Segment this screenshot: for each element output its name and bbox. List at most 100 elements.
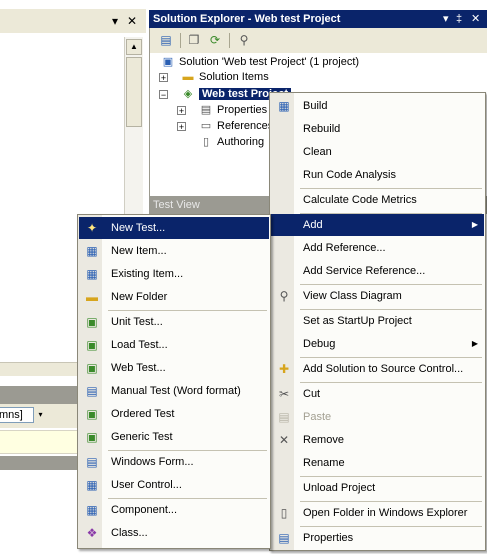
menu-item-add-reference[interactable]: Add Reference... — [271, 237, 484, 259]
collapse-icon[interactable]: − — [159, 90, 168, 100]
tree-node-label: Properties — [217, 104, 268, 116]
tree-node-label: Solution Items — [199, 71, 269, 83]
menu-item-unload-project[interactable]: Unload Project — [271, 477, 484, 499]
user-control-icon: ▦ — [86, 478, 98, 492]
menu-item-open-folder[interactable]: ▯ Open Folder in Windows Explorer — [271, 502, 484, 524]
web-test-icon: ▣ — [86, 361, 98, 375]
ordered-test-icon: ▣ — [86, 407, 98, 421]
menu-item-calculate-code-metrics[interactable]: Calculate Code Metrics — [271, 189, 484, 211]
refresh-icon[interactable]: ⟳ — [207, 32, 223, 48]
tree-node-label: Authoring — [217, 136, 265, 148]
menu-item-run-code-analysis[interactable]: Run Code Analysis — [271, 164, 484, 186]
tree-node-label: References — [217, 120, 274, 132]
menu-item-remove[interactable]: ✕ Remove — [271, 429, 484, 451]
show-all-files-icon[interactable]: ❐ — [186, 32, 202, 48]
submenu-item-windows-form[interactable]: ▤ Windows Form... — [79, 451, 269, 473]
load-test-icon: ▣ — [86, 338, 98, 352]
tree-node-label: Solution 'Web test Project' (1 project) — [179, 56, 360, 68]
menu-item-build[interactable]: ▦ Build — [271, 95, 484, 117]
expand-icon[interactable]: + — [177, 122, 186, 132]
scrollbar-thumb[interactable] — [126, 57, 142, 127]
solution-icon: ▣ — [162, 56, 174, 69]
tree-node-references[interactable]: ▭ References — [198, 118, 273, 134]
submenu-item-manual-test[interactable]: ▤ Manual Test (Word format) — [79, 380, 269, 402]
new-item-icon: ▦ — [86, 244, 98, 258]
test-project-icon: ◈ — [183, 88, 193, 101]
submenu-item-class[interactable]: ❖ Class... — [79, 522, 269, 544]
menu-item-view-class-diagram[interactable]: ⚲ View Class Diagram — [271, 285, 484, 307]
menu-item-set-startup-project[interactable]: Set as StartUp Project — [271, 310, 484, 332]
build-icon: ▦ — [278, 99, 290, 113]
remove-x-icon: ✕ — [278, 433, 290, 447]
menu-item-rename[interactable]: Rename — [271, 452, 484, 474]
folder-icon: ▬ — [86, 290, 98, 304]
new-test-icon: ✦ — [86, 221, 98, 235]
solution-explorer-title-bar: Solution Explorer - Web test Project ▾ ‡… — [149, 10, 487, 28]
menu-item-paste[interactable]: ▤ Paste — [271, 406, 484, 428]
windows-form-icon: ▤ — [86, 455, 98, 469]
submenu-item-new-test[interactable]: ✦ New Test... — [79, 217, 269, 239]
submenu-item-unit-test[interactable]: ▣ Unit Test... — [79, 311, 269, 333]
properties-icon[interactable]: ▤ — [158, 32, 174, 48]
submenu-item-load-test[interactable]: ▣ Load Test... — [79, 334, 269, 356]
manual-test-icon: ▤ — [86, 384, 98, 398]
chevron-down-icon[interactable]: ▾ — [35, 408, 46, 422]
menu-item-debug[interactable]: Debug ▶ — [271, 333, 484, 355]
paste-icon: ▤ — [278, 410, 290, 424]
class-icon: ❖ — [86, 526, 98, 540]
component-icon: ▦ — [86, 503, 98, 517]
properties-icon: ▤ — [200, 104, 212, 117]
menu-item-add[interactable]: Add ▶ — [271, 214, 484, 236]
add-submenu: ✦ New Test... ▦ New Item... ▦ Existing I… — [77, 214, 271, 549]
auto-hide-pin-icon[interactable]: ‡ — [456, 10, 462, 28]
columns-combo[interactable]: mns] ▾ — [0, 407, 43, 423]
dropdown-arrow-icon[interactable]: ▾ — [112, 14, 118, 28]
menu-item-properties[interactable]: ▤ Properties — [271, 527, 484, 549]
close-icon[interactable]: ✕ — [127, 14, 137, 28]
window-position-icon[interactable]: ▾ — [443, 10, 449, 28]
menu-item-cut[interactable]: ✂ Cut — [271, 383, 484, 405]
document-icon: ▯ — [202, 136, 210, 149]
menu-item-add-service-reference[interactable]: Add Service Reference... — [271, 260, 484, 282]
scissors-icon: ✂ — [278, 387, 290, 401]
toolbar-separator — [180, 33, 181, 48]
submenu-item-ordered-test[interactable]: ▣ Ordered Test — [79, 403, 269, 425]
class-diagram-icon: ⚲ — [279, 289, 289, 303]
unit-test-icon: ▣ — [86, 315, 98, 329]
project-context-menu: ▦ Build Rebuild Clean Run Code Analysis … — [269, 92, 486, 551]
tree-node-solution[interactable]: ▣ Solution 'Web test Project' (1 project) — [160, 54, 359, 70]
menu-item-rebuild[interactable]: Rebuild — [271, 118, 484, 140]
submenu-item-web-test[interactable]: ▣ Web Test... — [79, 357, 269, 379]
properties-icon: ▤ — [278, 531, 290, 545]
submenu-item-existing-item[interactable]: ▦ Existing Item... — [79, 263, 269, 285]
tree-node-authoring[interactable]: ▯ Authoring — [198, 134, 264, 150]
generic-test-icon: ▣ — [86, 430, 98, 444]
columns-combo-text: mns] — [0, 409, 23, 421]
existing-item-icon: ▦ — [86, 267, 98, 281]
open-folder-icon: ▯ — [280, 506, 288, 520]
submenu-item-new-folder[interactable]: ▬ New Folder — [79, 286, 269, 308]
submenu-item-user-control[interactable]: ▦ User Control... — [79, 474, 269, 496]
submenu-item-generic-test[interactable]: ▣ Generic Test — [79, 426, 269, 448]
test-view-label: Test View — [153, 199, 200, 211]
solution-explorer-title: Solution Explorer - Web test Project — [153, 13, 341, 25]
expand-icon[interactable]: + — [159, 73, 168, 83]
scroll-up-icon[interactable]: ▲ — [126, 39, 142, 55]
submenu-item-new-item[interactable]: ▦ New Item... — [79, 240, 269, 262]
left-pane-header: ▾ ✕ — [0, 9, 146, 33]
solution-explorer-toolbar: ▤ ❐ ⟳ ⚲ — [149, 28, 487, 53]
menu-item-clean[interactable]: Clean — [271, 141, 484, 163]
close-icon[interactable]: ✕ — [471, 10, 480, 28]
toolbar-separator — [229, 33, 230, 48]
tree-node-solution-items[interactable]: ▬ Solution Items — [180, 69, 269, 85]
submenu-item-component[interactable]: ▦ Component... — [79, 499, 269, 521]
source-control-icon: ✚ — [278, 362, 290, 376]
menu-item-add-to-source-control[interactable]: ✚ Add Solution to Source Control... — [271, 358, 484, 380]
references-icon: ▭ — [200, 120, 212, 133]
expand-icon[interactable]: + — [177, 106, 186, 116]
class-diagram-icon[interactable]: ⚲ — [236, 32, 252, 48]
folder-icon: ▬ — [182, 71, 194, 84]
submenu-arrow-icon: ▶ — [471, 220, 478, 229]
submenu-arrow-icon: ▶ — [471, 339, 478, 348]
tree-node-properties[interactable]: ▤ Properties — [198, 102, 267, 118]
